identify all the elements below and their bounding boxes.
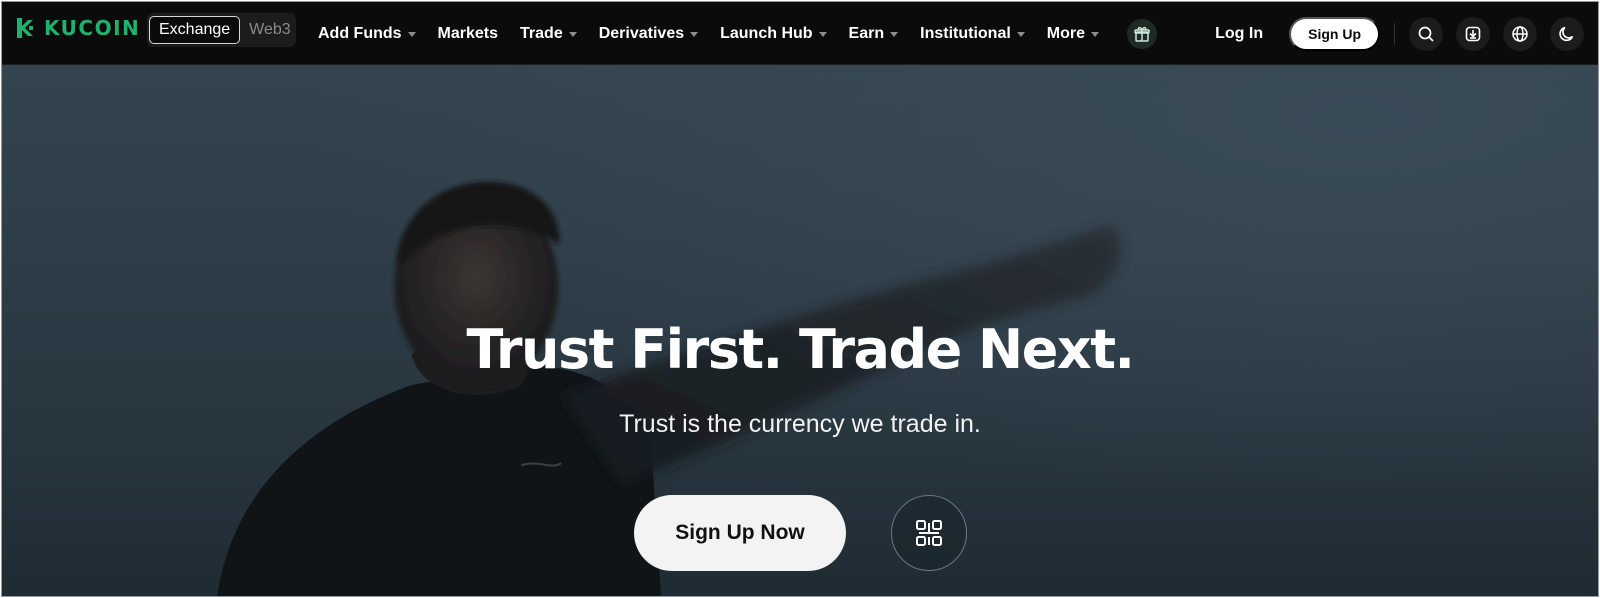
chevron-down-icon (1016, 32, 1025, 37)
menu-earn[interactable]: Earn (849, 25, 899, 43)
menu-institutional-label: Institutional (920, 24, 1011, 42)
exchange-toggle[interactable]: Exchange (149, 16, 241, 44)
header-actions: Log In Sign Up (1215, 2, 1584, 65)
signup-button[interactable]: Sign Up (1289, 16, 1380, 51)
main-menu: Add Funds Markets Trade Derivatives Laun… (318, 2, 1158, 65)
menu-markets-label: Markets (437, 24, 499, 42)
header-divider (1394, 22, 1395, 45)
browser-viewport: KUCOIN Exchange Web3 Add Funds Markets T… (1, 1, 1599, 597)
download-button[interactable] (1456, 16, 1490, 51)
gift-icon (1134, 26, 1150, 42)
download-icon (1465, 26, 1481, 41)
login-link[interactable]: Log In (1215, 25, 1263, 43)
qr-code-icon (916, 520, 942, 546)
menu-more[interactable]: More (1046, 24, 1100, 43)
chevron-down-icon (690, 32, 699, 37)
search-icon (1418, 26, 1434, 42)
menu-add-funds-label: Add Funds (318, 24, 402, 42)
menu-markets[interactable]: Markets (438, 25, 498, 43)
hero-section: Trust First. Trade Next. Trust is the cu… (2, 65, 1598, 596)
moon-icon (1559, 26, 1574, 41)
exchange-web3-switcher: Exchange Web3 (147, 13, 296, 47)
kucoin-logo-icon (17, 18, 33, 38)
menu-trade-label: Trade (520, 24, 563, 42)
chevron-down-icon (568, 32, 577, 37)
search-button[interactable] (1409, 16, 1443, 51)
web3-toggle[interactable]: Web3 (240, 16, 300, 44)
globe-icon (1512, 25, 1528, 42)
chevron-down-icon (890, 32, 899, 37)
brand-name: KUCOIN (44, 16, 141, 40)
language-button[interactable] (1503, 16, 1537, 51)
qr-code-button[interactable] (891, 495, 967, 571)
kucoin-logo[interactable]: KUCOIN (14, 16, 140, 40)
hero-subline: Trust is the currency we trade in. (619, 410, 981, 438)
hero-headline: Trust First. Trade Next. (466, 318, 1135, 381)
menu-add-funds[interactable]: Add Funds (318, 25, 416, 43)
menu-launch-hub-label: Launch Hub (720, 24, 813, 42)
menu-more-label: More (1046, 24, 1086, 42)
chevron-down-icon (1091, 32, 1100, 37)
menu-derivatives-label: Derivatives (598, 24, 685, 42)
menu-institutional[interactable]: Institutional (920, 25, 1025, 43)
gift-button[interactable] (1127, 18, 1158, 49)
top-navigation: KUCOIN Exchange Web3 Add Funds Markets T… (2, 2, 1598, 65)
menu-launch-hub[interactable]: Launch Hub (720, 24, 827, 43)
menu-earn-label: Earn (848, 24, 885, 42)
menu-trade[interactable]: Trade (520, 25, 577, 43)
menu-derivatives[interactable]: Derivatives (598, 24, 699, 43)
hero-content: Trust First. Trade Next. Trust is the cu… (2, 65, 1598, 596)
chevron-down-icon (407, 32, 416, 37)
chevron-down-icon (818, 32, 827, 37)
sign-up-now-button[interactable]: Sign Up Now (634, 495, 846, 571)
theme-toggle-button[interactable] (1550, 16, 1584, 51)
